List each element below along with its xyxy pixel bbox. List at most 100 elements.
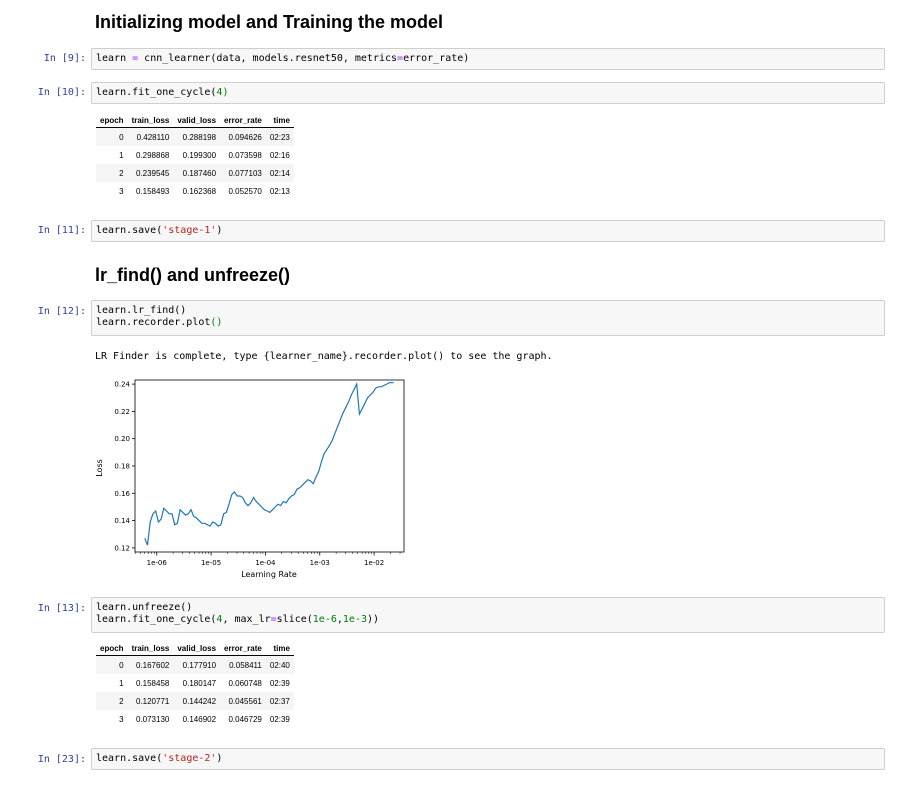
section-heading-training: Initializing model and Training the mode… <box>95 12 444 32</box>
table-cell: 02:37 <box>265 692 294 710</box>
code-cell-11[interactable]: learn.save('stage-1') <box>91 220 885 242</box>
x-tick-label: 1e-02 <box>364 559 384 567</box>
code-token: ) <box>216 225 223 236</box>
table-header-cell: valid_loss <box>173 641 221 656</box>
table-cell: 0.298868 <box>135 150 170 160</box>
table-row: 3 0.158493 0.162368 0.052570 02:13 <box>96 182 294 200</box>
table-cell: 0.144242 <box>173 692 221 710</box>
cell-prompt-9: In [9]: <box>43 53 86 64</box>
y-tick-label: 0.20 <box>114 435 130 443</box>
x-tick-label: 1e-04 <box>255 559 276 567</box>
y-tick-label: 0.22 <box>114 408 130 416</box>
code-token: learn.fit_one_cycle( <box>96 87 217 98</box>
table-cell: 0.073598 <box>228 150 262 160</box>
code-token: learn <box>96 53 133 64</box>
table-cell: 0.162368 <box>182 186 217 196</box>
table-cell: 02:23 <box>265 127 294 146</box>
table-header-row: epoch train_loss valid_loss error_rate time <box>96 641 294 656</box>
table-cell: 2 <box>96 164 128 182</box>
table-header-cell: train_loss <box>127 113 174 128</box>
code-token: ) <box>216 753 223 764</box>
table-cell: 02:13 <box>269 186 290 196</box>
table-header-cell: error_rate <box>220 113 266 128</box>
section-heading-lr-find: lr_find() and unfreeze() <box>95 265 291 285</box>
training-results-table-1: epoch train_loss valid_loss error_rate time … <box>96 113 294 200</box>
table-row: 2 0.239545 0.187460 0.077103 02:14 <box>96 164 294 182</box>
code-token: )) <box>367 614 380 625</box>
code-token: learn.recorder.plot <box>96 317 211 328</box>
table-cell: 02:14 <box>265 164 294 182</box>
plot-line-group <box>144 381 394 546</box>
cell-prompt-13: In [13]: <box>37 603 86 614</box>
cell-prompt-12: In [12]: <box>37 306 86 317</box>
table-row: 0 0.428110 0.288198 0.094626 02:23 <box>96 127 294 146</box>
code-cell-9[interactable]: learn = cnn_learner(data, models.resnet5… <box>91 48 885 70</box>
x-axis-label: Learning Rate <box>241 570 297 579</box>
table-cell: 0.180147 <box>182 678 217 688</box>
code-token: slice( <box>276 614 313 625</box>
code-token: learn.save( <box>96 753 163 764</box>
table-header-cell: train_loss <box>127 641 174 656</box>
table-cell: 0.167602 <box>127 655 174 674</box>
table-header-cell: epoch <box>96 641 128 656</box>
table-cell: 0.073130 <box>135 714 170 724</box>
table-cell: 02:39 <box>269 714 290 724</box>
x-tick-label: 1e-03 <box>310 559 330 567</box>
code-cell-10[interactable]: learn.fit_one_cycle(4) <box>91 82 885 104</box>
loss-series-line <box>144 381 394 546</box>
y-axis-label: Loss <box>95 459 104 477</box>
table-cell: 0.094626 <box>220 127 266 146</box>
table-header-cell: time <box>265 641 294 656</box>
table-cell: 0.045561 <box>220 692 266 710</box>
table-cell: 1 <box>119 678 124 688</box>
code-token: ) <box>222 87 229 98</box>
cell-prompt-10: In [10]: <box>37 87 86 98</box>
table-cell: 0.146902 <box>182 714 217 724</box>
code-line-1: learn.lr_find() <box>96 305 187 316</box>
table-header-cell: error_rate <box>220 641 266 656</box>
table-cell: 2 <box>96 692 128 710</box>
table-header-cell: valid_loss <box>173 113 221 128</box>
table-cell: 0.177910 <box>173 655 221 674</box>
table-cell: 0.120771 <box>127 692 174 710</box>
code-token: learn.fit_one_cycle( <box>96 614 217 625</box>
lr-finder-output-text: LR Finder is complete, type {learner_nam… <box>95 351 553 362</box>
table-cell: 0.046729 <box>228 714 262 724</box>
y-tick-label: 0.24 <box>114 381 130 389</box>
code-token: , max_lr <box>222 614 271 625</box>
table-cell: 0.058411 <box>220 655 266 674</box>
code-line-1: learn.unfreeze() <box>96 602 193 613</box>
table-header-row: epoch train_loss valid_loss error_rate time <box>96 113 294 128</box>
table-row: 1 0.158458 0.180147 0.060748 02:39 <box>96 674 294 692</box>
table-cell: 02:39 <box>269 678 290 688</box>
cell-prompt-11: In [11]: <box>37 225 86 236</box>
code-cell-23[interactable]: learn.save('stage-2') <box>91 748 885 770</box>
code-token: () <box>210 317 223 328</box>
table-cell: 0 <box>96 127 128 146</box>
table-cell: 0.428110 <box>127 127 174 146</box>
table-cell: 3 <box>119 714 124 724</box>
cell-prompt-23: In [23]: <box>37 754 86 765</box>
code-token: error_rate) <box>403 53 470 64</box>
table-cell: 0.187460 <box>173 164 221 182</box>
code-cell-13[interactable]: learn.unfreeze() learn.fit_one_cycle(4, … <box>91 597 885 633</box>
table-cell: 02:16 <box>269 150 290 160</box>
table-header-cell: time <box>265 113 294 128</box>
y-tick-label: 0.18 <box>114 463 130 471</box>
table-cell: 0.239545 <box>127 164 174 182</box>
x-tick-label: 1e-05 <box>201 559 221 567</box>
table-cell: 0 <box>96 655 128 674</box>
code-token: learn.save( <box>96 225 163 236</box>
x-tick-label: 1e-06 <box>147 559 168 567</box>
training-results-table-2: epoch train_loss valid_loss error_rate time … <box>96 641 294 728</box>
code-string: 'stage-2' <box>162 753 217 764</box>
table-cell: 1 <box>119 150 124 160</box>
code-string: 'stage-1' <box>162 225 217 236</box>
table-row: 0 0.167602 0.177910 0.058411 02:40 <box>96 655 294 674</box>
table-cell: 0.052570 <box>228 186 262 196</box>
code-token: cnn_learner(data, models.resnet50, metri… <box>138 53 398 64</box>
plot-axes: 0.12 0.14 0.16 0.18 0.20 0.22 0.24 1e-06 1e-05 1e… <box>114 379 405 567</box>
code-cell-12[interactable]: learn.lr_find() learn.recorder.plot() <box>91 300 885 336</box>
table-cell: 0.288198 <box>173 127 221 146</box>
table-cell: 0.158458 <box>135 678 170 688</box>
